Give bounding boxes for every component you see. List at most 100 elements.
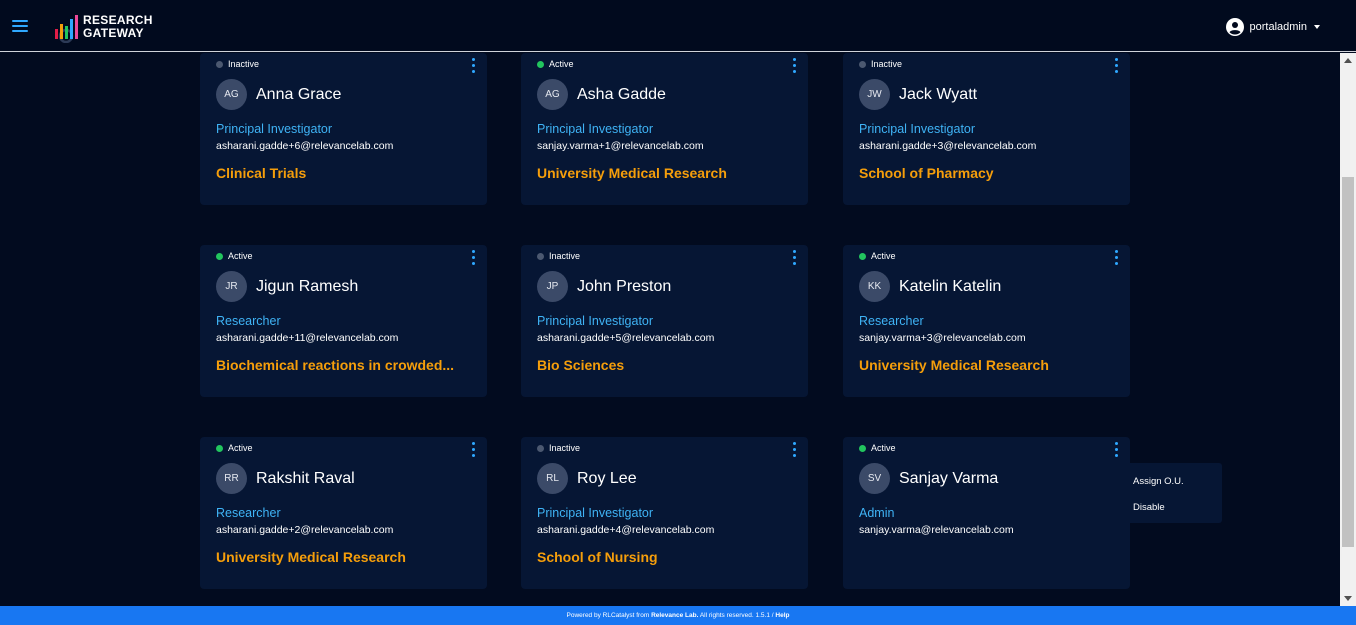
user-email: sanjay.varma+1@relevancelab.com: [537, 140, 704, 152]
avatar: AG: [537, 79, 568, 110]
user-menu[interactable]: portaladmin: [1225, 18, 1320, 36]
user-org: University Medical Research: [537, 165, 727, 181]
status-dot-icon: [537, 444, 544, 452]
user-card: Active SV Sanjay Varma Admin sanjay.varm…: [843, 437, 1130, 589]
avatar: AG: [216, 79, 247, 110]
user-org: University Medical Research: [216, 549, 406, 565]
status-label: Inactive: [871, 59, 903, 69]
card-actions-menu: Assign O.U. Disable: [1118, 463, 1222, 523]
logo-line2: GATEWAY: [83, 26, 144, 40]
hamburger-menu-icon[interactable]: [12, 20, 28, 32]
status-label: Active: [871, 443, 896, 453]
vertical-scrollbar[interactable]: [1340, 53, 1356, 606]
user-org: Biochemical reactions in crowded...: [216, 357, 455, 373]
status-dot-icon: [859, 60, 866, 68]
status-dot-icon: [216, 444, 223, 452]
user-card: Inactive JW Jack Wyatt Principal Investi…: [843, 53, 1130, 205]
footer-version: 1.5.1: [755, 612, 770, 619]
more-options-icon[interactable]: [1113, 442, 1119, 458]
status-dot-icon: [859, 252, 866, 260]
status: Active: [859, 251, 896, 261]
more-options-icon[interactable]: [470, 58, 476, 74]
user-card: Active AG Asha Gadde Principal Investiga…: [521, 53, 808, 205]
user-email: asharani.gadde+6@relevancelab.com: [216, 140, 394, 152]
user-email: asharani.gadde+2@relevancelab.com: [216, 524, 394, 536]
status: Active: [859, 443, 896, 453]
more-options-icon[interactable]: [470, 250, 476, 266]
status-label: Inactive: [228, 59, 260, 69]
scroll-down-arrow-icon[interactable]: [1344, 596, 1352, 601]
avatar: KK: [859, 271, 890, 302]
scroll-up-arrow-icon[interactable]: [1344, 58, 1352, 63]
user-name: Jigun Ramesh: [256, 278, 359, 295]
more-options-icon[interactable]: [791, 442, 797, 458]
user-email: asharani.gadde+11@relevancelab.com: [216, 332, 399, 344]
avatar: RR: [216, 463, 247, 494]
user-name: Roy Lee: [577, 470, 637, 487]
user-role: Principal Investigator: [537, 314, 654, 328]
top-bar: RESEARCH GATEWAY portaladmin: [0, 0, 1356, 52]
status: Inactive: [216, 59, 259, 69]
user-role: Researcher: [216, 314, 281, 328]
user-org: School of Nursing: [537, 549, 658, 565]
user-role: Researcher: [216, 506, 281, 520]
status-label: Active: [228, 251, 253, 261]
user-email: asharani.gadde+4@relevancelab.com: [537, 524, 715, 536]
status-label: Active: [228, 443, 253, 453]
user-name: Sanjay Varma: [899, 470, 999, 487]
user-email: sanjay.varma+3@relevancelab.com: [859, 332, 1026, 344]
user-card: Active JR Jigun Ramesh Researcher ashara…: [200, 245, 487, 397]
user-role: Admin: [859, 506, 895, 520]
user-email: sanjay.varma@relevancelab.com: [859, 524, 1014, 536]
status-dot-icon: [537, 60, 544, 68]
user-name: Jack Wyatt: [899, 86, 978, 103]
footer: Powered by RLCatalyst from Relevance Lab…: [0, 606, 1356, 625]
avatar: SV: [859, 463, 890, 494]
avatar: JW: [859, 79, 890, 110]
caret-down-icon: [1314, 25, 1320, 29]
user-card: Active KK Katelin Katelin Researcher san…: [843, 245, 1130, 397]
status-dot-icon: [859, 444, 866, 452]
status-dot-icon: [216, 252, 223, 260]
menu-item-assign-ou[interactable]: Assign O.U.: [1133, 476, 1184, 487]
user-role: Principal Investigator: [537, 122, 654, 136]
status-label: Active: [871, 251, 896, 261]
status: Inactive: [537, 251, 580, 261]
avatar: JP: [537, 271, 568, 302]
menu-item-disable[interactable]: Disable: [1133, 502, 1165, 513]
status: Inactive: [859, 59, 902, 69]
footer-prefix: Powered by RLCatalyst from: [566, 612, 650, 619]
user-email: asharani.gadde+3@relevancelab.com: [859, 140, 1037, 152]
status: Active: [216, 443, 253, 453]
logo-text: RESEARCH GATEWAY: [83, 14, 153, 40]
scrollbar-thumb[interactable]: [1342, 177, 1354, 547]
footer-help-link[interactable]: Help: [775, 612, 789, 619]
user-name: Rakshit Raval: [256, 470, 355, 487]
more-options-icon[interactable]: [1113, 250, 1119, 266]
username: portaladmin: [1249, 21, 1307, 33]
avatar: JR: [216, 271, 247, 302]
user-card: Inactive RL Roy Lee Principal Investigat…: [521, 437, 808, 589]
more-options-icon[interactable]: [791, 58, 797, 74]
status-dot-icon: [537, 252, 544, 260]
user-card: Inactive JP John Preston Principal Inves…: [521, 245, 808, 397]
more-options-icon[interactable]: [791, 250, 797, 266]
more-options-icon[interactable]: [470, 442, 476, 458]
user-role: Principal Investigator: [216, 122, 333, 136]
user-org: School of Pharmacy: [859, 165, 994, 181]
avatar: RL: [537, 463, 568, 494]
status-dot-icon: [216, 60, 223, 68]
footer-rights: All rights reserved.: [699, 612, 754, 619]
status: Inactive: [537, 443, 580, 453]
footer-separator: /: [771, 612, 774, 619]
user-card: Active RR Rakshit Raval Researcher ashar…: [200, 437, 487, 589]
account-circle-icon: [1225, 18, 1244, 36]
user-role: Principal Investigator: [537, 506, 654, 520]
status-label: Inactive: [549, 443, 581, 453]
more-options-icon[interactable]: [1113, 58, 1119, 74]
status-label: Active: [549, 59, 574, 69]
footer-brand[interactable]: Relevance Lab.: [651, 612, 698, 619]
logo-bars-icon: [55, 15, 78, 43]
app-logo[interactable]: RESEARCH GATEWAY: [53, 9, 153, 45]
user-name: Asha Gadde: [577, 86, 666, 103]
